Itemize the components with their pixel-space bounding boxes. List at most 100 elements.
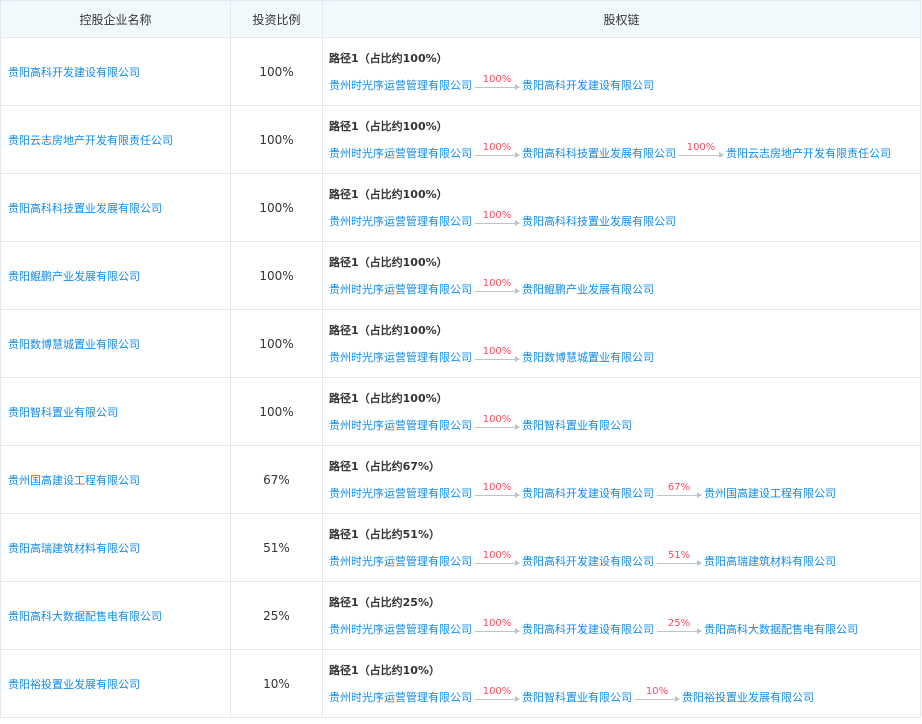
equity-chain-cell: 路径1（占比约100%） 贵州时光序运营管理有限公司 100% 贵阳高科科技置业发展有…	[322, 105, 921, 174]
chain-company-link[interactable]: 贵阳鲲鹏产业发展有限公司	[522, 283, 654, 297]
chain-percent: 100%	[482, 74, 512, 85]
holding-company-link[interactable]: 贵阳高科科技置业发展有限公司	[0, 173, 231, 242]
equity-chain: 贵州时光序运营管理有限公司 100% 贵阳高科开发建设有限公司	[329, 74, 920, 93]
chain-percent: 25%	[667, 618, 691, 629]
chain-company-link[interactable]: 贵阳高科开发建设有限公司	[522, 487, 654, 501]
investment-ratio: 100%	[230, 173, 323, 242]
chain-percent: 100%	[686, 142, 716, 153]
arrow-right-icon	[475, 84, 520, 90]
chain-percent: 100%	[482, 346, 512, 357]
chain-percent: 100%	[482, 210, 512, 221]
chain-percent: 51%	[667, 550, 691, 561]
path-title: 路径1（占比约100%）	[329, 52, 448, 65]
chain-company-link[interactable]: 贵阳高科大数据配售电有限公司	[704, 623, 858, 637]
holding-company-link[interactable]: 贵阳高瑞建筑材料有限公司	[0, 513, 231, 582]
chain-company-link[interactable]: 贵州时光序运营管理有限公司	[329, 623, 472, 637]
chain-company-link[interactable]: 贵阳高科开发建设有限公司	[522, 79, 654, 93]
chain-company-link[interactable]: 贵阳智科置业有限公司	[522, 691, 632, 705]
chain-company-link[interactable]: 贵阳高瑞建筑材料有限公司	[704, 555, 836, 569]
chain-company-link[interactable]: 贵阳裕投置业发展有限公司	[682, 691, 814, 705]
chain-percent: 100%	[482, 414, 512, 425]
holding-company-link[interactable]: 贵阳高科大数据配售电有限公司	[0, 581, 231, 650]
arrow-right-icon	[657, 492, 702, 498]
chain-company-link[interactable]: 贵州时光序运营管理有限公司	[329, 419, 472, 433]
holding-company-link[interactable]: 贵阳云志房地产开发有限责任公司	[0, 105, 231, 174]
investment-ratio: 100%	[230, 37, 323, 106]
table-row: 贵阳高科大数据配售电有限公司 25% 路径1（占比约25%） 贵州时光序运营管理有限公…	[0, 581, 921, 650]
chain-arrow: 100%	[475, 619, 520, 637]
chain-company-link[interactable]: 贵阳高科科技置业发展有限公司	[522, 215, 676, 229]
arrow-right-icon	[475, 696, 520, 702]
table-row: 贵阳裕投置业发展有限公司 10% 路径1（占比约10%） 贵州时光序运营管理有限公司 1…	[0, 649, 921, 718]
investment-ratio: 100%	[230, 377, 323, 446]
arrow-right-icon	[657, 560, 702, 566]
equity-chain-cell: 路径1（占比约67%） 贵州时光序运营管理有限公司 100% 贵阳高科开发建设有限公司…	[322, 445, 921, 514]
chain-arrow: 10%	[635, 686, 680, 705]
equity-chain-cell: 路径1（占比约100%） 贵州时光序运营管理有限公司 100% 贵阳智科置业有限公司	[322, 377, 921, 446]
chain-arrow: 25%	[657, 618, 702, 637]
arrow-right-icon	[475, 628, 520, 634]
header-ratio: 投资比例	[230, 0, 323, 38]
holding-company-link[interactable]: 贵阳数博慧城置业有限公司	[0, 309, 231, 378]
chain-company-link[interactable]: 贵州时光序运营管理有限公司	[329, 487, 472, 501]
path-title: 路径1（占比约100%）	[329, 256, 448, 269]
chain-arrow: 100%	[475, 279, 520, 297]
equity-chain-cell: 路径1（占比约100%） 贵州时光序运营管理有限公司 100% 贵阳鲲鹏产业发展有限公…	[322, 241, 921, 310]
investment-ratio: 51%	[230, 513, 323, 582]
chain-company-link[interactable]: 贵州时光序运营管理有限公司	[329, 691, 472, 705]
chain-arrow: 100%	[475, 551, 520, 569]
chain-percent: 100%	[482, 142, 512, 153]
equity-chain: 贵州时光序运营管理有限公司 100% 贵阳高科科技置业发展有限公司 100% 贵阳云志房…	[329, 142, 920, 161]
chain-company-link[interactable]: 贵阳数博慧城置业有限公司	[522, 351, 654, 365]
chain-arrow: 100%	[475, 414, 520, 433]
equity-chain-cell: 路径1（占比约51%） 贵州时光序运营管理有限公司 100% 贵阳高科开发建设有限公司…	[322, 513, 921, 582]
chain-company-link[interactable]: 贵阳智科置业有限公司	[522, 419, 632, 433]
arrow-right-icon	[475, 152, 520, 158]
path-title: 路径1（占比约67%）	[329, 460, 440, 473]
arrow-right-icon	[475, 356, 520, 362]
chain-company-link[interactable]: 贵州时光序运营管理有限公司	[329, 555, 472, 569]
chain-arrow: 100%	[475, 483, 520, 501]
chain-company-link[interactable]: 贵州时光序运营管理有限公司	[329, 147, 472, 161]
table-row: 贵阳鲲鹏产业发展有限公司 100% 路径1（占比约100%） 贵州时光序运营管理有限公…	[0, 241, 921, 310]
chain-arrow: 51%	[657, 550, 702, 569]
chain-arrow: 67%	[657, 482, 702, 501]
chain-company-link[interactable]: 贵州国高建设工程有限公司	[704, 487, 836, 501]
chain-company-link[interactable]: 贵阳高科科技置业发展有限公司	[522, 147, 676, 161]
holding-company-link[interactable]: 贵阳智科置业有限公司	[0, 377, 231, 446]
equity-chain: 贵州时光序运营管理有限公司 100% 贵阳高科开发建设有限公司 25% 贵阳高科大数据配…	[329, 618, 920, 637]
equity-chain-cell: 路径1（占比约100%） 贵州时光序运营管理有限公司 100% 贵阳高科科技置业发展有…	[322, 173, 921, 242]
investment-ratio: 100%	[230, 309, 323, 378]
chain-company-link[interactable]: 贵阳高科开发建设有限公司	[522, 555, 654, 569]
chain-company-link[interactable]: 贵州时光序运营管理有限公司	[329, 351, 472, 365]
table-row: 贵阳高科开发建设有限公司 100% 路径1（占比约100%） 贵州时光序运营管理有限公…	[0, 37, 921, 106]
table-header-row: 控股企业名称 投资比例 股权链	[0, 0, 921, 38]
chain-percent: 10%	[645, 686, 669, 697]
holding-company-link[interactable]: 贵阳高科开发建设有限公司	[0, 37, 231, 106]
chain-company-link[interactable]: 贵阳高科开发建设有限公司	[522, 623, 654, 637]
arrow-right-icon	[475, 288, 520, 294]
equity-chain: 贵州时光序运营管理有限公司 100% 贵阳智科置业有限公司	[329, 414, 920, 433]
holding-company-link[interactable]: 贵州国高建设工程有限公司	[0, 445, 231, 514]
arrow-right-icon	[475, 560, 520, 566]
chain-company-link[interactable]: 贵州时光序运营管理有限公司	[329, 283, 472, 297]
chain-company-link[interactable]: 贵州时光序运营管理有限公司	[329, 215, 472, 229]
arrow-right-icon	[679, 152, 724, 158]
table-row: 贵阳高科科技置业发展有限公司 100% 路径1（占比约100%） 贵州时光序运营管理有…	[0, 173, 921, 242]
chain-arrow: 100%	[475, 142, 520, 161]
equity-chain-cell: 路径1（占比约10%） 贵州时光序运营管理有限公司 100% 贵阳智科置业有限公司 10…	[322, 649, 921, 718]
chain-company-link[interactable]: 贵阳云志房地产开发有限责任公司	[726, 147, 891, 161]
table-row: 贵阳智科置业有限公司 100% 路径1（占比约100%） 贵州时光序运营管理有限公司 1…	[0, 377, 921, 446]
chain-company-link[interactable]: 贵州时光序运营管理有限公司	[329, 79, 472, 93]
chain-percent: 67%	[667, 482, 691, 493]
investment-ratio: 10%	[230, 649, 323, 718]
arrow-right-icon	[475, 424, 520, 430]
holding-company-link[interactable]: 贵阳鲲鹏产业发展有限公司	[0, 241, 231, 310]
equity-chain: 贵州时光序运营管理有限公司 100% 贵阳高科开发建设有限公司 67% 贵州国高建设工程…	[329, 482, 920, 501]
investment-ratio: 100%	[230, 241, 323, 310]
holding-company-link[interactable]: 贵阳裕投置业发展有限公司	[0, 649, 231, 718]
arrow-right-icon	[657, 628, 702, 634]
path-title: 路径1（占比约100%）	[329, 392, 448, 405]
holdings-table: 控股企业名称 投资比例 股权链 贵阳高科开发建设有限公司 100% 路径1（占比约1…	[0, 0, 921, 718]
path-title: 路径1（占比约100%）	[329, 120, 448, 133]
